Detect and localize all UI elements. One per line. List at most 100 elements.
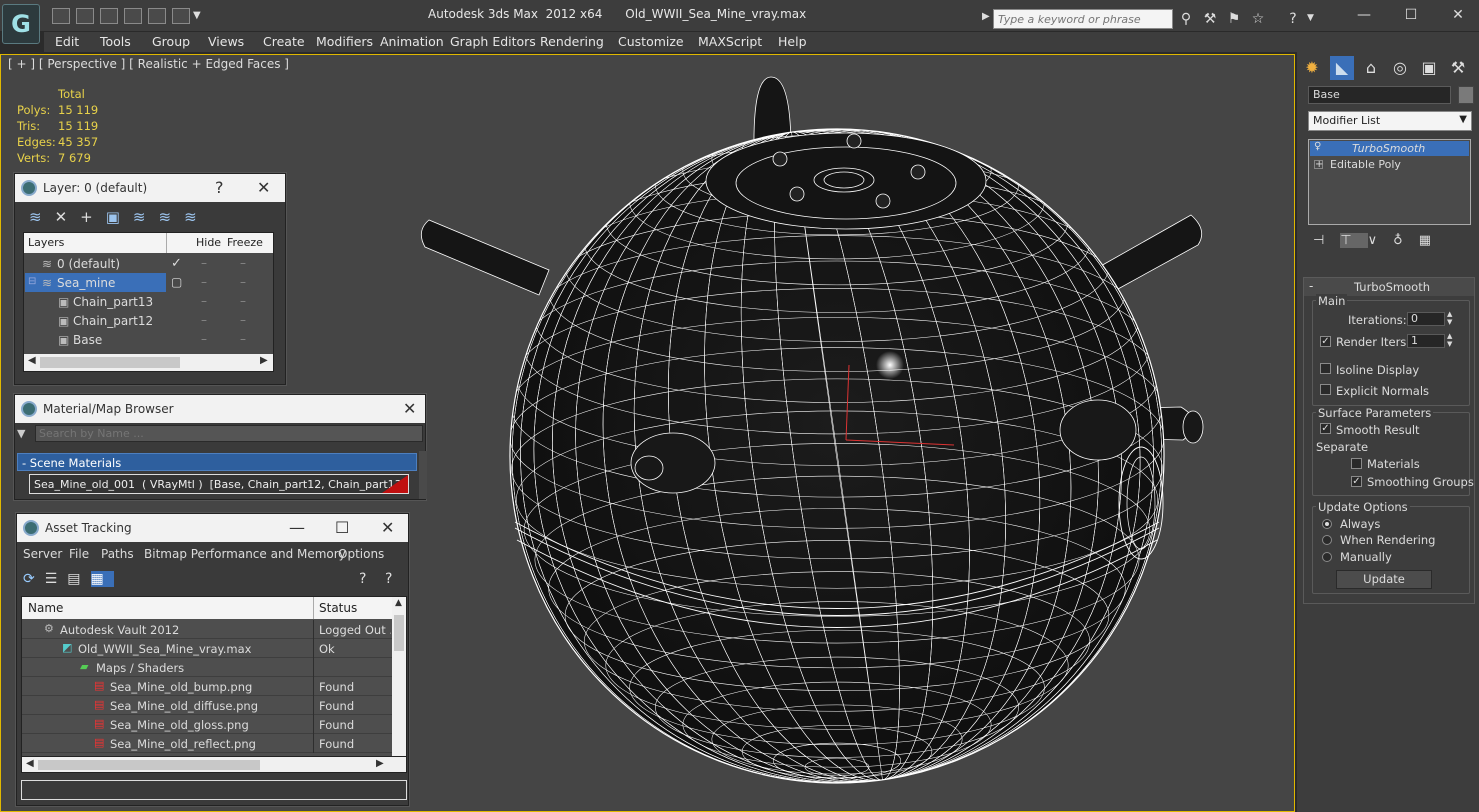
freeze-toggle[interactable]: – [240,294,246,308]
manually-radio[interactable] [1322,552,1332,562]
asset-row[interactable]: ▤ Sea_Mine_old_bump.png Found [22,677,392,696]
table-view-icon[interactable]: ▦ [90,571,114,587]
modifier-list-dropdown[interactable]: Modifier List ▼ [1308,111,1472,131]
hide-all-icon[interactable]: ≋ [159,208,185,226]
show-end-result-icon[interactable]: ⊤ [1340,233,1368,248]
help-dropdown-icon[interactable]: ▼ [1307,13,1314,23]
layer-row[interactable]: ≋ 0 (default) ✓ – – [24,254,273,273]
layer-row[interactable]: ▣ Chain_part12 – – [24,311,273,330]
communication-icon[interactable]: ⚑ [1225,10,1243,28]
stack-item-editable-poly[interactable]: + Editable Poly [1310,157,1469,172]
menu-group[interactable]: Group [152,34,190,49]
iterations-spinner[interactable]: 0 [1407,312,1445,326]
asset-menu-paths[interactable]: Paths [101,547,134,561]
make-current-icon[interactable]: ▢ [171,275,182,289]
asset-menu-bitmap[interactable]: Bitmap Performance and Memory [144,547,346,561]
scroll-left-icon[interactable]: ◀ [28,355,36,366]
asset-row[interactable]: ▤ Sea_Mine_old_gloss.png Found [22,715,392,734]
menu-customize[interactable]: Customize [618,34,684,49]
search-input[interactable] [993,9,1173,29]
always-radio[interactable] [1322,519,1332,529]
layer-panel-titlebar[interactable]: Layer: 0 (default) ? ✕ [15,174,285,202]
layer-row[interactable]: ▣ Chain_part13 – – [24,292,273,311]
layer-row[interactable]: ⊟ ≋ Sea_mine ▢ – – [24,273,273,292]
rollout-collapse-icon[interactable]: - [1309,279,1313,293]
freeze-toggle[interactable]: – [240,256,246,270]
refresh-icon[interactable]: ⟳ [23,571,45,587]
configure-sets-icon[interactable]: ▦ [1419,233,1447,248]
new-file-icon[interactable] [52,8,70,24]
scroll-left-icon[interactable]: ◀ [26,758,34,769]
object-name-field[interactable]: Base [1308,86,1451,104]
highlight-layer-icon[interactable]: ≋ [133,208,159,226]
asset-row[interactable]: ▤ Sea_Mine_old_diffuse.png Found [22,696,392,715]
new-layer-icon[interactable]: ≋ [29,208,55,226]
menu-help[interactable]: Help [778,34,807,49]
layer-close-icon[interactable]: ✕ [257,178,270,197]
expand-icon[interactable]: + [1314,160,1323,170]
when-rendering-radio[interactable] [1322,535,1332,545]
hide-toggle[interactable]: – [201,275,207,289]
freeze-toggle[interactable]: – [240,332,246,346]
asset-row[interactable]: ▰ Maps / Shaders [22,658,392,677]
hide-toggle[interactable]: – [201,313,207,327]
utilities-tab-icon[interactable]: ⚒ [1446,56,1470,80]
spinner-arrows-icon[interactable]: ▲ ▼ [1447,332,1452,348]
scene-materials-header[interactable]: - Scene Materials [17,453,417,471]
thumbnail-view-icon[interactable]: ▤ [67,571,90,587]
hierarchy-tab-icon[interactable]: ⌂ [1359,56,1383,80]
scroll-right-icon[interactable]: ▶ [260,355,268,366]
save-file-icon[interactable] [100,8,118,24]
scroll-thumb[interactable] [38,760,260,770]
object-color-swatch[interactable] [1458,86,1474,104]
add-to-layer-icon[interactable]: + [80,208,106,226]
hide-toggle[interactable]: – [201,294,207,308]
list-view-icon[interactable]: ☰ [45,571,68,587]
menu-tools[interactable]: Tools [100,34,131,49]
col-hide[interactable]: Hide [196,236,221,249]
stack-item-turbosmooth[interactable]: ♀ TurboSmooth [1310,141,1469,156]
menu-animation[interactable]: Animation [380,34,444,49]
asset-minimize-icon[interactable]: — [289,518,305,537]
help-icon[interactable]: ? [1284,10,1302,28]
menu-views[interactable]: Views [208,34,244,49]
select-layer-icon[interactable]: ▣ [106,208,133,226]
material-search-input[interactable] [35,425,423,442]
asset-help-context-icon[interactable]: ? [385,571,392,587]
asset-menu-options[interactable]: Options [338,547,384,561]
scroll-right-icon[interactable]: ▶ [376,758,384,769]
binoculars-icon[interactable]: ⚲ [1177,10,1195,28]
material-browser-close-icon[interactable]: ✕ [403,399,416,418]
motion-tab-icon[interactable]: ◎ [1388,56,1412,80]
update-button[interactable]: Update [1336,570,1432,589]
render-iters-checkbox[interactable]: ✓ [1320,336,1331,347]
render-iters-spinner[interactable]: 1 [1407,334,1445,348]
active-layer-check-icon[interactable]: ✓ [171,256,182,271]
asset-menu-server[interactable]: Server [23,547,62,561]
display-tab-icon[interactable]: ▣ [1417,56,1441,80]
smooth-result-checkbox[interactable]: ✓ [1320,423,1331,434]
freeze-toggle[interactable]: – [240,313,246,327]
minimize-icon[interactable]: — [1349,6,1379,26]
lightbulb-icon[interactable]: ♀ [1314,141,1321,152]
asset-row[interactable]: ⚙ Autodesk Vault 2012 Logged Out ... [22,620,392,639]
redo-icon[interactable] [148,8,166,24]
browser-options-icon[interactable]: ▼ [17,427,25,440]
materials-checkbox[interactable] [1351,458,1362,469]
close-icon[interactable]: ✕ [1443,6,1473,26]
project-folder-icon[interactable] [172,8,190,24]
subscription-icon[interactable]: ⚒ [1201,10,1219,28]
delete-layer-icon[interactable]: ✕ [55,208,81,226]
asset-horizontal-scrollbar[interactable]: ◀ ▶ [21,756,407,773]
hide-toggle[interactable]: – [201,256,207,270]
search-expand-icon[interactable]: ▶ [982,11,990,22]
col-layers[interactable]: Layers [28,236,64,249]
viewport-label[interactable]: [ + ] [ Perspective ] [ Realistic + Edge… [8,57,289,71]
scroll-up-icon[interactable]: ▲ [395,598,402,608]
quick-access-dropdown-icon[interactable]: ▼ [193,10,201,21]
spinner-arrows-icon[interactable]: ▲ ▼ [1447,310,1452,326]
asset-vertical-scrollbar[interactable]: ▲ ▼ [392,597,406,771]
asset-help-icon[interactable]: ? [359,571,366,587]
favorites-icon[interactable]: ☆ [1249,10,1267,28]
layer-row[interactable]: ▣ Base – – [24,330,273,349]
